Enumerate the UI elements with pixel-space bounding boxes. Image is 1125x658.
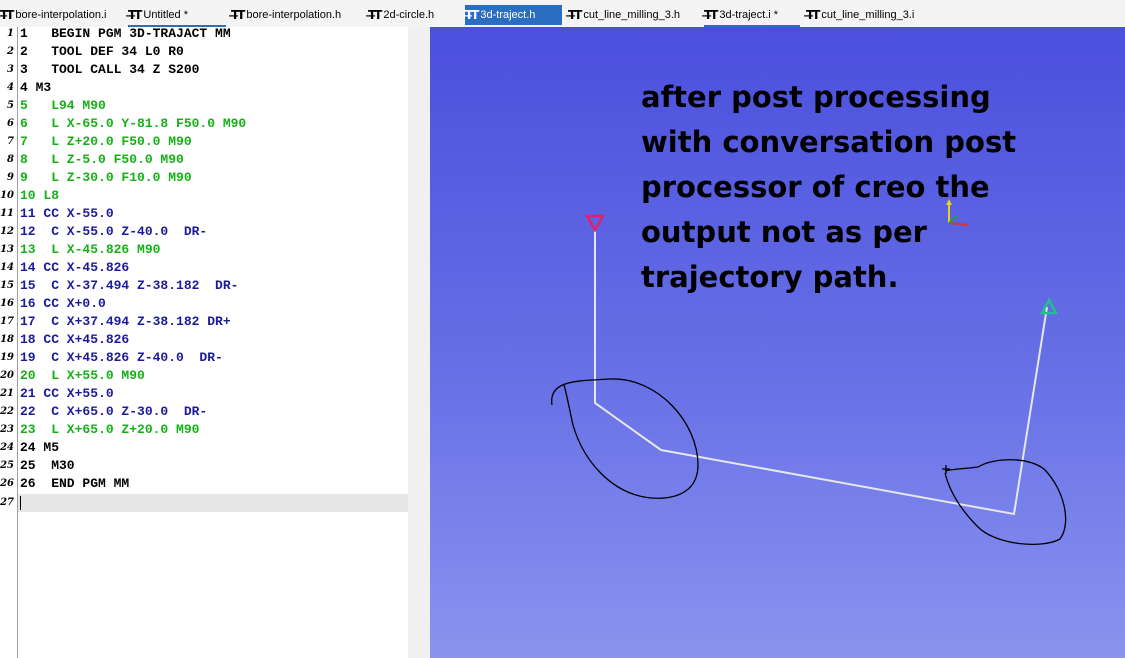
cnc-file-icon: T̶T: [128, 8, 142, 22]
code-line: 25 M30: [20, 458, 75, 473]
line-number: 26: [0, 478, 14, 489]
line-number: 11: [0, 208, 14, 219]
cnc-file-icon: T̶T: [568, 8, 582, 22]
line-number: 7: [7, 136, 14, 147]
code-line: 24 M5: [20, 440, 60, 455]
line-number: 1: [7, 28, 14, 39]
tab-3d-traject-i[interactable]: T̶T 3d-traject.i *: [704, 5, 800, 27]
tab-2d-circle-h[interactable]: T̶T 2d-circle.h: [368, 5, 460, 25]
code-line: 22 C X+65.0 Z-30.0 DR-: [20, 404, 208, 419]
code-line: 26 END PGM MM: [20, 476, 130, 491]
code-line: 4 M3: [20, 80, 52, 95]
line-number: 3: [7, 64, 14, 75]
code-line: 21 CC X+55.0: [20, 386, 114, 401]
code-editor[interactable]: 1 1 BEGIN PGM 3D-TRAJACT MM 2 2 TOOL DEF…: [0, 26, 408, 658]
code-line: 7 L Z+20.0 F50.0 M90: [20, 134, 192, 149]
code-line: 18 CC X+45.826: [20, 332, 130, 347]
code-line: 17 C X+37.494 Z-38.182 DR+: [20, 314, 231, 329]
line-number: 14: [0, 262, 14, 273]
toolpath-3d-viewport[interactable]: after post processing with conversation …: [430, 27, 1125, 658]
line-number: 22: [0, 406, 14, 417]
tab-bar: T̶T bore-interpolation.i T̶T Untitled * T̶…: [0, 0, 1125, 28]
code-line: 2 TOOL DEF 34 L0 R0: [20, 44, 184, 59]
code-line: 6 L X-65.0 Y-81.8 F50.0 M90: [20, 116, 247, 131]
cnc-file-icon: T̶T: [806, 8, 820, 22]
code-line: 16 CC X+0.0: [20, 296, 106, 311]
code-line: 3 TOOL CALL 34 Z S200: [20, 62, 200, 77]
scribble-circle-right: [942, 459, 1067, 545]
line-number: 23: [0, 424, 14, 435]
line-number: 17: [0, 316, 14, 327]
code-line: 14 CC X-45.826: [20, 260, 130, 275]
code-line: 11 CC X-55.0: [20, 206, 114, 221]
tab-untitled[interactable]: T̶T Untitled *: [128, 5, 226, 27]
code-line: 13 L X-45.826 M90: [20, 242, 161, 257]
code-line: 1 BEGIN PGM 3D-TRAJACT MM: [20, 26, 231, 41]
line-number: 10: [0, 190, 14, 201]
line-number: 27: [0, 497, 14, 508]
cnc-file-icon: T̶T: [704, 8, 718, 22]
line-number: 8: [7, 154, 14, 165]
line-number: 24: [0, 442, 14, 453]
annotation-note: after post processing with conversation …: [641, 75, 1021, 300]
line-number: 20: [0, 370, 14, 381]
annotation-line: after post processing: [641, 80, 991, 114]
code-line: 19 C X+45.826 Z-40.0 DR-: [20, 350, 223, 365]
tab-cut-line-milling-3-h[interactable]: T̶T cut_line_milling_3.h: [568, 5, 698, 25]
annotation-line: output not as per: [641, 215, 927, 249]
tab-bore-interpolation-i[interactable]: T̶T bore-interpolation.i: [0, 5, 120, 25]
code-line: 20 L X+55.0 M90: [20, 368, 145, 383]
line-number: 5: [7, 100, 14, 111]
line-number: 13: [0, 244, 14, 255]
code-line: 10 L8: [20, 188, 60, 203]
code-line: 5 L94 M90: [20, 98, 106, 113]
end-point-marker: [1039, 297, 1059, 315]
annotation-line: trajectory path.: [641, 260, 899, 294]
line-number: 25: [0, 460, 14, 471]
code-line: 23 L X+65.0 Z+20.0 M90: [20, 422, 200, 437]
line-number: 16: [0, 298, 14, 309]
tab-bore-interpolation-h[interactable]: T̶T bore-interpolation.h: [231, 5, 361, 25]
line-number: 2: [7, 46, 14, 57]
line-number: 15: [0, 280, 14, 291]
start-point-marker: [584, 214, 606, 233]
code-line: 9 L Z-30.0 F10.0 M90: [20, 170, 192, 185]
line-number: 19: [0, 352, 14, 363]
annotation-line: processor of creo the: [641, 170, 990, 204]
current-line-highlight: [18, 494, 408, 512]
code-line: 12 C X-55.0 Z-40.0 DR-: [20, 224, 208, 239]
annotation-line: with conversation post: [641, 125, 1017, 159]
text-caret: [20, 496, 21, 510]
cnc-file-icon: T̶T: [465, 8, 479, 22]
line-number: 9: [7, 172, 14, 183]
tab-3d-traject-h[interactable]: T̶T 3d-traject.h: [465, 5, 562, 25]
line-number: 4: [7, 82, 14, 93]
cnc-file-icon: T̶T: [231, 8, 245, 22]
tab-cut-line-milling-3-i[interactable]: T̶T cut_line_milling_3.i: [806, 5, 936, 25]
cnc-file-icon: T̶T: [368, 8, 382, 22]
code-line: 8 L Z-5.0 F50.0 M90: [20, 152, 184, 167]
splitter[interactable]: [408, 27, 430, 658]
line-number: 6: [7, 118, 14, 129]
line-number: 12: [0, 226, 14, 237]
cnc-file-icon: T̶T: [0, 8, 14, 22]
line-number: 21: [0, 388, 14, 399]
line-number: 18: [0, 334, 14, 345]
code-line: 15 C X-37.494 Z-38.182 DR-: [20, 278, 239, 293]
scribble-circle-left: [551, 378, 699, 499]
